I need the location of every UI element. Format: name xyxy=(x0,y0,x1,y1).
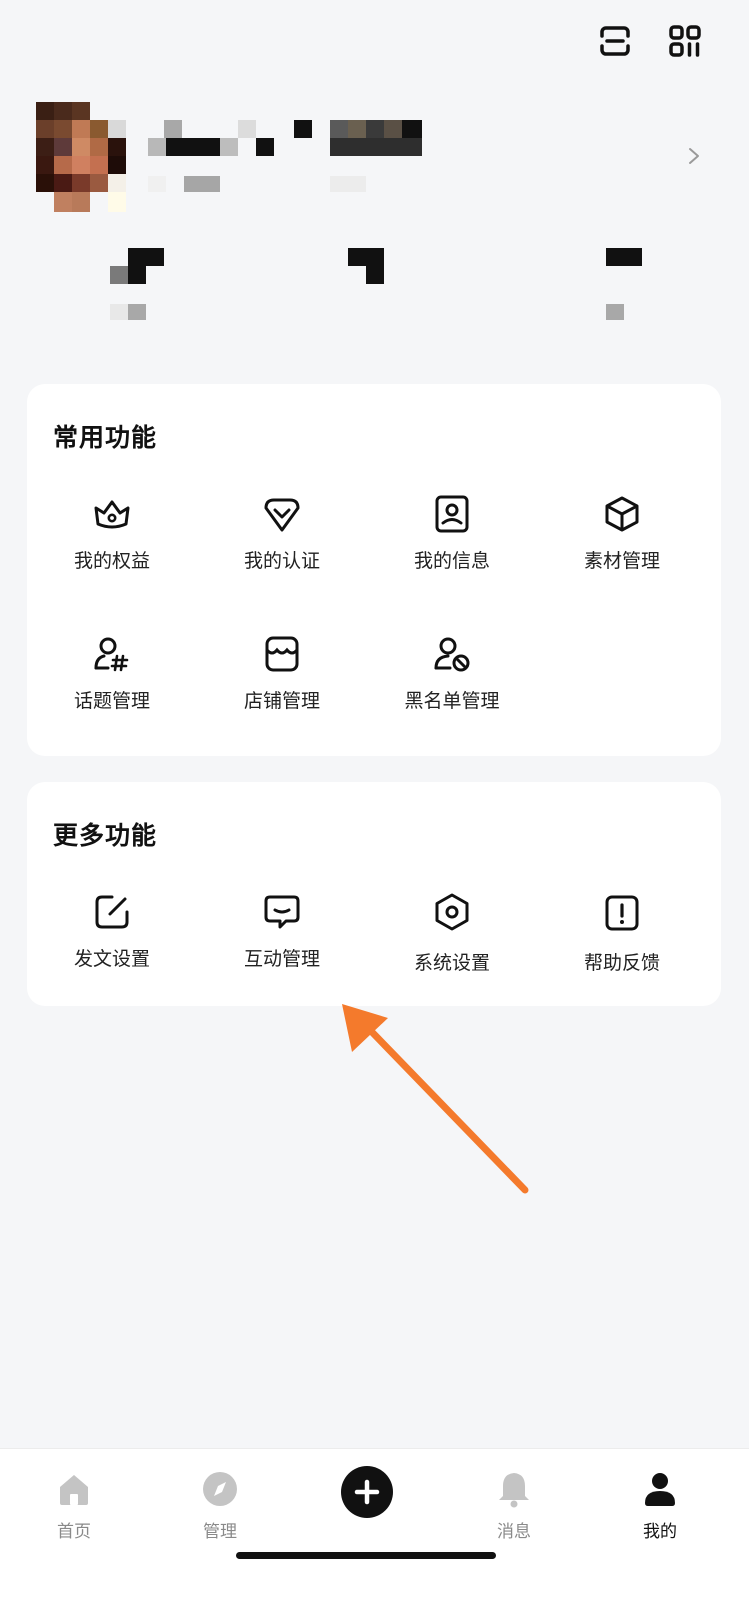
store-icon xyxy=(265,636,299,672)
avatar[interactable] xyxy=(36,102,128,212)
nav-label: 首页 xyxy=(57,1522,91,1542)
box-icon xyxy=(605,496,639,532)
nav-manage[interactable]: 管理 xyxy=(160,1469,280,1542)
nav-me[interactable]: 我的 xyxy=(600,1469,720,1542)
nav-label: 我的 xyxy=(643,1522,677,1542)
item-label: 发文设置 xyxy=(73,948,150,970)
nav-add[interactable] xyxy=(307,1465,427,1519)
materials-item[interactable]: 素材管理 xyxy=(535,492,709,573)
settings-icon xyxy=(435,893,469,931)
bottom-nav: 首页 管理 消息 我的 xyxy=(0,1448,749,1601)
compass-icon xyxy=(203,1472,237,1506)
store-item[interactable]: 店铺管理 xyxy=(195,632,369,713)
user-hashtag-icon xyxy=(94,637,129,672)
edit-icon xyxy=(95,895,129,929)
nav-label: 管理 xyxy=(203,1522,237,1542)
item-label: 店铺管理 xyxy=(243,690,320,712)
system-settings-item[interactable]: 系统设置 xyxy=(365,890,539,975)
more-functions-card: 更多功能 发文设置 互动管理 系统设置 帮助反馈 xyxy=(27,782,721,1006)
item-label: 我的信息 xyxy=(413,550,490,572)
blacklist-item[interactable]: 黑名单管理 xyxy=(365,632,539,713)
annotation-arrow xyxy=(342,1004,529,1194)
item-label: 帮助反馈 xyxy=(583,952,660,974)
crown-icon xyxy=(94,500,130,529)
scan-icon[interactable] xyxy=(598,24,632,58)
common-functions-card: 常用功能 我的权益 我的认证 我的信息 素材管理 话题管理 店铺管理 黑名单管理 xyxy=(27,384,721,756)
help-feedback-item[interactable]: 帮助反馈 xyxy=(535,890,709,975)
nav-home[interactable]: 首页 xyxy=(14,1469,134,1542)
my-info-item[interactable]: 我的信息 xyxy=(365,492,539,573)
item-label: 我的认证 xyxy=(243,550,320,572)
bell-icon xyxy=(499,1473,529,1508)
person-icon xyxy=(645,1473,675,1506)
card-title: 更多功能 xyxy=(53,821,158,850)
item-label: 互动管理 xyxy=(243,948,320,970)
nav-messages[interactable]: 消息 xyxy=(454,1469,574,1542)
help-icon xyxy=(605,895,639,931)
card-title: 常用功能 xyxy=(53,423,158,452)
chat-icon xyxy=(264,895,300,929)
badge-icon xyxy=(264,498,300,532)
home-indicator xyxy=(236,1552,496,1559)
item-label: 我的权益 xyxy=(73,550,150,572)
benefits-item[interactable]: 我的权益 xyxy=(25,492,199,573)
interaction-item[interactable]: 互动管理 xyxy=(195,890,369,971)
topics-item[interactable]: 话题管理 xyxy=(25,632,199,713)
item-label: 黑名单管理 xyxy=(404,690,500,712)
post-settings-item[interactable]: 发文设置 xyxy=(25,890,199,971)
user-card-icon xyxy=(435,495,469,533)
home-icon xyxy=(60,1475,88,1505)
qr-code-icon[interactable] xyxy=(668,24,702,58)
user-block-icon xyxy=(434,637,470,672)
verification-item[interactable]: 我的认证 xyxy=(195,492,369,573)
item-label: 话题管理 xyxy=(73,690,150,712)
item-label: 素材管理 xyxy=(583,550,660,572)
add-icon xyxy=(341,1466,393,1518)
chevron-right-icon[interactable] xyxy=(686,146,702,166)
item-label: 系统设置 xyxy=(413,952,490,974)
nav-label: 消息 xyxy=(497,1522,531,1542)
